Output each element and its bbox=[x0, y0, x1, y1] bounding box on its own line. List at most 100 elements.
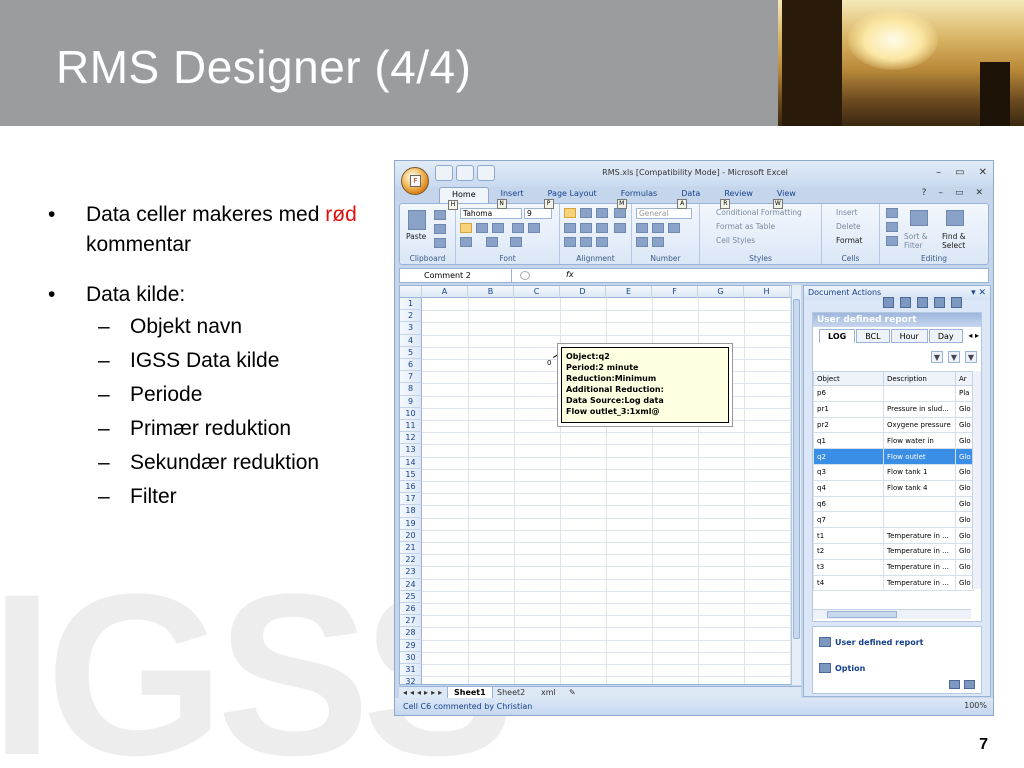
column-header[interactable]: Ar bbox=[955, 371, 974, 386]
cell-comment-box[interactable]: Object:q2 Period:2 minute Reduction:Mini… bbox=[561, 347, 729, 423]
table-row[interactable]: t3 Temperature in ... Glo bbox=[813, 558, 974, 576]
row-header-16[interactable]: 16 bbox=[400, 481, 422, 494]
increase-indent-icon[interactable] bbox=[580, 237, 592, 247]
align-right-icon[interactable] bbox=[596, 223, 608, 233]
italic-icon[interactable] bbox=[476, 223, 488, 233]
row-header-7[interactable]: 7 bbox=[400, 371, 422, 384]
pane-button-icon[interactable] bbox=[949, 680, 960, 689]
copy-icon[interactable] bbox=[434, 224, 446, 234]
comma-icon[interactable] bbox=[668, 223, 680, 233]
column-header-a[interactable]: A bbox=[422, 286, 468, 298]
row-header-6[interactable]: 6 bbox=[400, 359, 422, 372]
filter-icon[interactable]: ▼ bbox=[931, 351, 943, 363]
autosum-icon[interactable] bbox=[886, 208, 898, 218]
vertical-scrollbar[interactable] bbox=[791, 285, 801, 685]
row-header-9[interactable]: 9 bbox=[400, 395, 422, 408]
underline-icon[interactable] bbox=[492, 223, 504, 233]
restore-button[interactable]: ▭ bbox=[955, 167, 964, 178]
tab-hour[interactable]: Hour bbox=[890, 329, 928, 343]
column-header-f[interactable]: F bbox=[652, 286, 698, 298]
table-horizontal-scrollbar[interactable] bbox=[813, 609, 971, 619]
row-header-19[interactable]: 19 bbox=[400, 517, 422, 530]
conditional-formatting-button[interactable]: Conditional Formatting bbox=[716, 208, 802, 217]
table-row[interactable]: q1 Flow water in Glo bbox=[813, 432, 974, 450]
find-select-icon[interactable] bbox=[946, 210, 964, 226]
sort-filter-icon[interactable] bbox=[910, 210, 928, 226]
ribbon-restore-button[interactable]: ▭ bbox=[955, 188, 964, 198]
tab-formulas[interactable]: Formulas M bbox=[609, 187, 670, 209]
row-header-31[interactable]: 31 bbox=[400, 664, 422, 677]
close-button[interactable]: ✕ bbox=[979, 167, 987, 178]
select-all-corner[interactable] bbox=[400, 286, 422, 298]
tab-home[interactable]: Home H bbox=[439, 187, 489, 210]
row-header-27[interactable]: 27 bbox=[400, 615, 422, 628]
option-link[interactable]: Option bbox=[819, 663, 865, 673]
orientation-icon[interactable] bbox=[596, 237, 608, 247]
align-center-icon[interactable] bbox=[580, 223, 592, 233]
new-report-icon[interactable] bbox=[883, 297, 894, 308]
shrink-font-icon[interactable] bbox=[528, 223, 540, 233]
row-header-8[interactable]: 8 bbox=[400, 383, 422, 396]
table-row[interactable]: t1 Temperature in ... Glo bbox=[813, 527, 974, 544]
row-header-3[interactable]: 3 bbox=[400, 322, 422, 335]
ribbon-minimize-button[interactable]: – bbox=[938, 188, 943, 198]
tab-day[interactable]: Day bbox=[928, 329, 963, 343]
save-icon[interactable] bbox=[435, 165, 453, 181]
table-row[interactable]: t2 Temperature in ... Glo bbox=[813, 542, 974, 560]
table-row[interactable]: p6 Pla bbox=[813, 385, 974, 402]
format-as-table-button[interactable]: Format as Table bbox=[716, 222, 775, 231]
clear-icon[interactable] bbox=[886, 236, 898, 246]
print-icon[interactable] bbox=[900, 297, 911, 308]
row-header-14[interactable]: 14 bbox=[400, 456, 422, 469]
row-header-22[interactable]: 22 bbox=[400, 554, 422, 567]
row-header-13[interactable]: 13 bbox=[400, 444, 422, 457]
table-row[interactable]: pr2 Oxygene pressure Glo bbox=[813, 416, 974, 434]
cancel-entry-icon[interactable] bbox=[520, 271, 530, 280]
increase-decimal-icon[interactable] bbox=[636, 237, 648, 247]
tab-view[interactable]: View W bbox=[765, 187, 808, 209]
column-header-e[interactable]: E bbox=[606, 286, 652, 298]
borders-icon[interactable] bbox=[460, 237, 472, 247]
grow-font-icon[interactable] bbox=[512, 223, 524, 233]
row-header-29[interactable]: 29 bbox=[400, 639, 422, 652]
font-size-select[interactable]: 9 bbox=[524, 208, 552, 219]
table-row[interactable]: t4 Temperature in ... Glo bbox=[813, 574, 974, 592]
open-folder-icon[interactable] bbox=[917, 297, 928, 308]
paste-icon[interactable] bbox=[408, 210, 426, 230]
decrease-indent-icon[interactable] bbox=[564, 237, 576, 247]
table-row[interactable]: q2 Flow outlet Glo bbox=[813, 448, 974, 465]
bold-icon[interactable] bbox=[460, 223, 472, 233]
zoom-level[interactable]: 100% bbox=[964, 701, 987, 710]
filter-clear-icon[interactable]: ▼ bbox=[965, 351, 977, 363]
row-header-18[interactable]: 18 bbox=[400, 505, 422, 518]
font-color-icon[interactable] bbox=[510, 237, 522, 247]
worksheet-grid[interactable]: ABCDEFGH 1 2 3 4 5 6 7 8 9 10 11 12 13 14 15 16 17 18 19 20… bbox=[399, 285, 801, 685]
redo-icon[interactable] bbox=[477, 165, 495, 181]
settings-icon[interactable] bbox=[951, 297, 962, 308]
row-header-23[interactable]: 23 bbox=[400, 566, 422, 579]
row-header-15[interactable]: 15 bbox=[400, 468, 422, 481]
tab-scroll-arrows[interactable]: ◂ ▸ bbox=[968, 331, 979, 340]
font-name-select[interactable]: Tahoma bbox=[460, 208, 522, 219]
row-header-20[interactable]: 20 bbox=[400, 529, 422, 542]
wrap-text-icon[interactable] bbox=[614, 208, 626, 218]
row-header-11[interactable]: 11 bbox=[400, 420, 422, 433]
pane-button-icon[interactable] bbox=[964, 680, 975, 689]
scrollbar-thumb[interactable] bbox=[827, 611, 897, 618]
align-top-icon[interactable] bbox=[564, 208, 576, 218]
scrollbar-thumb[interactable] bbox=[793, 299, 800, 639]
name-box[interactable]: Comment 2 bbox=[400, 269, 512, 282]
export-icon[interactable] bbox=[934, 297, 945, 308]
cell-styles-button[interactable]: Cell Styles bbox=[716, 236, 755, 245]
row-header-5[interactable]: 5 bbox=[400, 346, 422, 359]
row-header-1[interactable]: 1 bbox=[400, 298, 422, 311]
align-left-icon[interactable] bbox=[564, 223, 576, 233]
row-header-12[interactable]: 12 bbox=[400, 432, 422, 445]
minimize-button[interactable]: – bbox=[936, 167, 941, 178]
currency-icon[interactable] bbox=[636, 223, 648, 233]
align-middle-icon[interactable] bbox=[580, 208, 592, 218]
column-header-d[interactable]: D bbox=[560, 286, 606, 298]
column-header[interactable]: Description bbox=[883, 371, 956, 386]
column-header-c[interactable]: C bbox=[514, 286, 560, 298]
find-select-button[interactable]: Find & Select bbox=[942, 232, 978, 250]
